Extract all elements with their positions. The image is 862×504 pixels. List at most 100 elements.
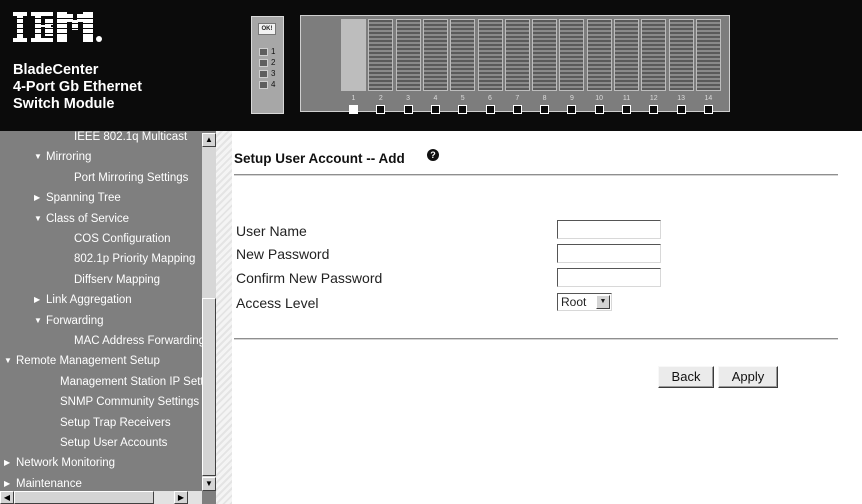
bay-number-label: 8 [542, 95, 547, 102]
bay-number-label: 14 [704, 95, 713, 102]
form-divider [234, 338, 838, 340]
blade-bay-7[interactable] [504, 19, 530, 91]
bay-select-indicator-icon[interactable] [430, 105, 440, 114]
page-title: Setup User Account -- Add [234, 151, 405, 166]
nav-item-label: Setup Trap Receivers [60, 416, 171, 429]
expand-triangle-icon[interactable]: ▼ [34, 147, 42, 167]
port-3: 3 [259, 69, 281, 79]
ethernet-port-icon [259, 59, 268, 67]
nav-horizontal-scrollbar[interactable]: ◀ ▶ [0, 491, 202, 504]
nav-item[interactable]: ▼ Mirroring [34, 147, 91, 167]
bay-number-label: 3 [406, 95, 411, 102]
ok-led: OK! [258, 23, 276, 35]
apply-button[interactable]: Apply [718, 366, 778, 388]
nav-item[interactable]: Diffserv Mapping [74, 270, 160, 290]
blade-bay-6[interactable] [477, 19, 503, 91]
bay-select-indicator-icon[interactable] [403, 105, 413, 114]
expand-triangle-icon[interactable]: ▼ [34, 311, 42, 331]
chevron-down-icon[interactable]: ▼ [596, 295, 610, 309]
bay-select-indicator-icon[interactable] [458, 105, 468, 114]
product-line-3: Switch Module [13, 96, 115, 112]
nav-item-label: SNMP Community Settings [60, 396, 200, 409]
bay-select-indicator-icon[interactable] [376, 105, 386, 114]
confirm-password-input[interactable] [557, 268, 661, 287]
blade-bay-4[interactable] [422, 19, 448, 91]
blade-chassis-graphic: 1 2 3 4 5 6 7 8 9 10 11 12 13 14 [300, 15, 730, 114]
scroll-up-arrow-icon[interactable]: ▲ [202, 133, 216, 147]
nav-item[interactable]: ▼ Forwarding [34, 311, 104, 331]
nav-item[interactable]: MAC Address Forwarding [74, 331, 202, 351]
nav-item-label: Port Mirroring Settings [74, 171, 189, 184]
back-button[interactable]: Back [658, 366, 714, 388]
collapse-triangle-icon[interactable]: ▶ [4, 474, 12, 491]
blade-bay-10[interactable] [586, 19, 612, 91]
nav-item[interactable]: Management Station IP Settings [60, 372, 202, 392]
nav-item[interactable]: Setup Trap Receivers [60, 413, 171, 433]
nav-scroll-thumb[interactable] [202, 298, 216, 476]
blade-bay-2[interactable] [368, 19, 394, 91]
bay-number-label: 5 [460, 95, 465, 102]
title-divider [234, 174, 838, 176]
nav-item-label: MAC Address Forwarding [74, 335, 202, 347]
scroll-left-arrow-icon[interactable]: ◀ [0, 491, 14, 504]
ethernet-port-icon [259, 70, 268, 78]
bay-select-indicator-icon[interactable] [512, 105, 522, 114]
nav-item-label: Forwarding [46, 314, 104, 327]
help-icon[interactable]: ? [427, 149, 439, 161]
blade-bay-12[interactable] [641, 19, 667, 91]
new-password-input[interactable] [557, 244, 661, 263]
bay-select-indicator-icon[interactable] [703, 105, 713, 114]
nav-item[interactable]: SNMP Community Settings [60, 392, 199, 412]
scroll-down-arrow-icon[interactable]: ▼ [202, 477, 216, 491]
nav-item[interactable]: ▶ Network Monitoring [4, 453, 115, 473]
nav-item-label: Remote Management Setup [16, 355, 160, 368]
nav-item[interactable]: ▼ Class of Service [34, 209, 129, 229]
blade-bay-8[interactable] [532, 19, 558, 91]
expand-triangle-icon[interactable]: ▼ [34, 209, 42, 229]
nav-item[interactable]: 802.1p Priority Mapping [74, 249, 195, 269]
blade-bay-13[interactable] [668, 19, 694, 91]
nav-item[interactable]: ▶ Link Aggregation [34, 290, 132, 310]
navigation-tree: IEEE 802.1q Multicast ▼ Mirroring Port Mirr… [0, 131, 202, 491]
nav-item[interactable]: Port Mirroring Settings [74, 168, 188, 188]
bay-number-label: 11 [622, 95, 631, 102]
bay-select-indicator-icon[interactable] [485, 105, 495, 114]
blade-bay-9[interactable] [559, 19, 585, 91]
expand-triangle-icon[interactable]: ▼ [4, 351, 12, 371]
user-name-input[interactable] [557, 220, 661, 239]
bay-select-indicator-icon[interactable] [649, 105, 659, 114]
nav-item[interactable]: IEEE 802.1q Multicast [74, 131, 187, 147]
nav-divider [216, 131, 232, 504]
header-banner: BladeCenter 4-Port Gb Ethernet Switch Mo… [0, 0, 862, 131]
nav-hscroll-thumb[interactable] [14, 491, 154, 504]
blade-bay-5[interactable] [450, 19, 476, 91]
blade-bay-11[interactable] [614, 19, 639, 91]
bay-select-indicator-icon[interactable] [594, 105, 604, 114]
nav-item[interactable]: ▼ Remote Management Setup [4, 351, 160, 371]
bay-select-indicator-icon[interactable] [349, 105, 358, 114]
bay-select-indicator-icon[interactable] [622, 105, 631, 114]
nav-vertical-scrollbar[interactable]: ▲ ▼ [202, 133, 216, 491]
collapse-triangle-icon[interactable]: ▶ [34, 188, 42, 208]
bay-number-label: 13 [677, 95, 685, 102]
nav-item[interactable]: ▶ Spanning Tree [34, 188, 121, 208]
bay-select-indicator-icon[interactable] [540, 105, 550, 114]
bay-select-indicator-icon[interactable] [676, 105, 686, 114]
nav-item-label: IEEE 802.1q Multicast [74, 131, 188, 143]
access-level-select[interactable]: Root ▼ [557, 293, 612, 311]
blade-bay-3[interactable] [395, 19, 421, 91]
nav-item-label: COS Configuration [74, 233, 171, 245]
collapse-triangle-icon[interactable]: ▶ [4, 453, 12, 473]
bay-select-indicator-icon[interactable] [567, 105, 577, 114]
switch-module-graphic: OK! 1 2 3 4 [251, 16, 284, 114]
blade-bay-1[interactable] [341, 19, 366, 91]
nav-item[interactable]: ▶ Maintenance [4, 474, 82, 491]
collapse-triangle-icon[interactable]: ▶ [34, 290, 42, 310]
scroll-right-arrow-icon[interactable]: ▶ [174, 491, 188, 504]
blade-bay-14[interactable] [695, 19, 721, 91]
nav-item[interactable]: COS Configuration [74, 229, 171, 249]
nav-item-label: Management Station IP Settings [60, 375, 202, 388]
ibm-logo [13, 12, 105, 42]
nav-item[interactable]: Setup User Accounts [60, 433, 167, 453]
product-line-1: BladeCenter [13, 62, 99, 78]
